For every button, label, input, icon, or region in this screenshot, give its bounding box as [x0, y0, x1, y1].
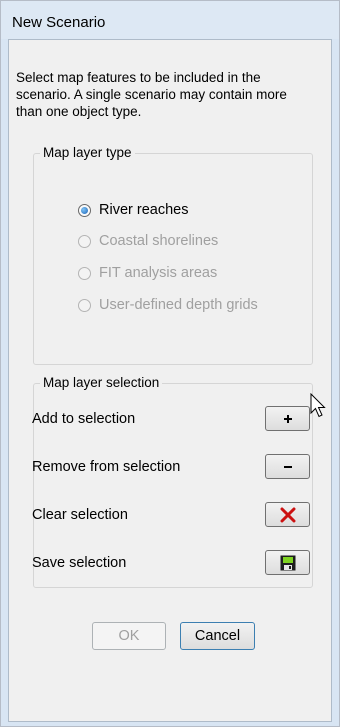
add-to-selection-button[interactable] — [265, 406, 310, 431]
window-title: New Scenario — [12, 14, 106, 31]
layer-type-group — [33, 153, 313, 365]
radio-label: FIT analysis areas — [99, 265, 218, 281]
minus-icon — [283, 465, 292, 468]
clear-selection-label: Clear selection — [32, 507, 128, 523]
radio-coastal-shorelines[interactable]: Coastal shorelines — [78, 231, 218, 251]
cancel-button[interactable]: Cancel — [180, 622, 255, 650]
radio-user-defined-depth-grids[interactable]: User-defined depth grids — [78, 295, 258, 315]
radio-river-reaches[interactable]: River reaches — [78, 200, 188, 220]
radio-button[interactable] — [78, 298, 91, 312]
arrow-cursor-icon — [310, 393, 326, 418]
radio-button-checked[interactable] — [78, 203, 91, 217]
layer-selection-group-label: Map layer selection — [40, 375, 163, 390]
add-to-selection-label: Add to selection — [32, 411, 136, 427]
radio-label: Coastal shorelines — [99, 233, 219, 249]
ok-button-label: OK — [118, 628, 140, 644]
radio-fit-analysis-areas[interactable]: FIT analysis areas — [78, 263, 217, 283]
radio-label: River reaches — [99, 202, 189, 218]
title-bar[interactable]: New Scenario — [1, 1, 339, 39]
cancel-button-label: Cancel — [194, 628, 241, 644]
radio-button[interactable] — [78, 234, 91, 248]
red-x-icon — [280, 507, 295, 522]
plus-icon — [283, 414, 292, 423]
ok-button[interactable]: OK — [92, 622, 166, 650]
floppy-disk-icon — [280, 555, 295, 570]
remove-from-selection-label: Remove from selection — [32, 459, 181, 475]
layer-type-group-label: Map layer type — [40, 145, 135, 160]
remove-from-selection-button[interactable] — [265, 454, 310, 479]
clear-selection-button[interactable] — [265, 502, 310, 527]
save-selection-label: Save selection — [32, 555, 127, 571]
radio-button[interactable] — [78, 266, 91, 280]
radio-label: User-defined depth grids — [99, 297, 258, 313]
save-selection-button[interactable] — [265, 550, 310, 575]
instructions-text: Select map features to be included in th… — [16, 70, 287, 119]
